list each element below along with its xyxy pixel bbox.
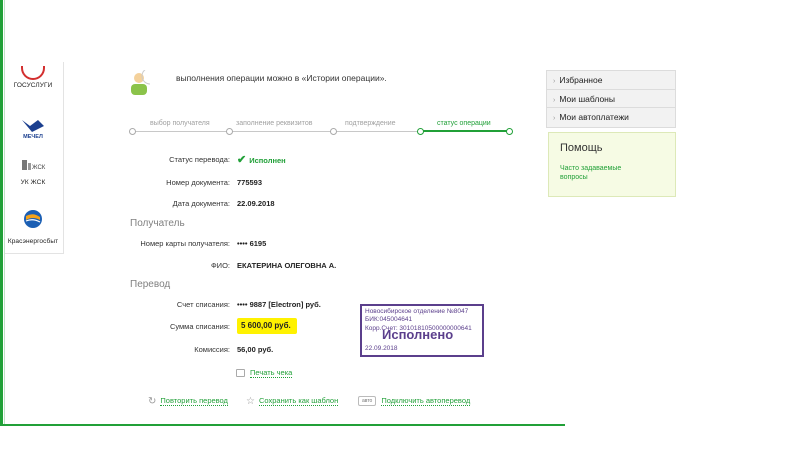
- stamp-date: 22.09.2018: [365, 344, 398, 352]
- repeat-transfer-label: Повторить перевод: [160, 396, 228, 407]
- repeat-transfer-button[interactable]: ↻ Повторить перевод: [148, 396, 228, 407]
- auto-badge-icon: авто: [358, 396, 377, 407]
- doc-number-value: 775593: [237, 178, 263, 187]
- star-icon: ☆: [246, 396, 255, 407]
- gosuslugi-logo-icon: [21, 66, 45, 80]
- doc-date-value: 22.09.2018: [237, 199, 275, 208]
- autopay-label: Подключить автоперевод: [381, 396, 471, 406]
- step-label-3: подтверждение: [345, 120, 396, 127]
- card-number-label: Номер карты получателя:: [140, 239, 230, 248]
- menu-item-favorites-label: Избранное: [559, 75, 603, 85]
- bottom-divider: [0, 424, 565, 426]
- step-dot-2: [226, 128, 233, 135]
- fee-value: 56,00 руб.: [237, 345, 274, 354]
- chevron-right-icon: ›: [553, 96, 556, 104]
- doc-date-label: Дата документа:: [172, 199, 230, 208]
- stamp-line-1: Новосибирское отделение №8047: [365, 308, 469, 315]
- zhk-logo-text: ЖСК: [32, 165, 46, 171]
- mechel-logo-icon: МЕЧЕЛ: [22, 120, 44, 140]
- account-label: Счет списания:: [176, 300, 230, 309]
- status-text: Исполнен: [249, 156, 286, 165]
- amount-label: Сумма списания:: [169, 322, 230, 331]
- refresh-icon: ↻: [148, 396, 157, 407]
- payment-section-title: Перевод: [130, 279, 171, 290]
- bank-stamp: Новосибирское отделение №8047 БИК:045004…: [360, 304, 484, 357]
- service-krasenergosbyt-label: Красэнергосбыт: [7, 238, 59, 245]
- stamp-line-2: БИК:045004641: [365, 316, 413, 324]
- autopay-button[interactable]: авто Подключить автоперевод: [358, 396, 471, 407]
- user-avatar-icon: [131, 70, 150, 95]
- service-mechel[interactable]: МЕЧЕЛ: [5, 118, 61, 145]
- services-panel: ГОСУСЛУГИ МЕЧЕЛ ЖСК УК ЖСК Красэнергосбы…: [5, 62, 64, 254]
- right-menu: › Избранное › Мои шаблоны › Мои автоплатежи: [546, 70, 676, 128]
- help-box: Помощь Часто задаваемые вопросы: [548, 132, 676, 197]
- service-gosuslugi[interactable]: ГОСУСЛУГИ: [5, 66, 61, 89]
- menu-item-autopayments-label: Мои автоплатежи: [559, 112, 629, 122]
- chevron-right-icon: ›: [553, 115, 556, 122]
- service-uk-zhsk[interactable]: ЖСК УК ЖСК: [5, 158, 61, 186]
- krasenergo-logo-icon: [24, 210, 42, 228]
- stamp-executed-text: Исполнено: [382, 327, 454, 342]
- intro-text: выполнения операции можно в «Истории опе…: [176, 73, 387, 83]
- steps-line-active: [420, 130, 510, 132]
- step-label-1: выбор получателя: [150, 120, 210, 127]
- step-label-4: статус операции: [437, 120, 491, 127]
- print-receipt-link[interactable]: Печать чека: [236, 368, 293, 378]
- menu-item-templates[interactable]: › Мои шаблоны: [547, 90, 675, 108]
- status-value: ✔ Исполнен: [237, 153, 286, 166]
- status-label: Статус перевода:: [169, 155, 230, 164]
- faq-link[interactable]: Часто задаваемые вопросы: [560, 165, 640, 182]
- step-dot-end: [506, 128, 513, 135]
- step-dot-4: [417, 128, 424, 135]
- fee-label: Комиссия:: [194, 345, 230, 354]
- progress-steps: выбор получателя заполнение реквизитов п…: [129, 120, 513, 138]
- amount-value: 5 600,00 руб.: [237, 318, 297, 334]
- check-icon: ✔: [237, 154, 247, 166]
- service-uk-zhsk-label: УК ЖСК: [20, 179, 46, 186]
- left-accent-strip: [0, 0, 3, 424]
- menu-item-autopayments[interactable]: › Мои автоплатежи: [547, 108, 675, 127]
- transfer-status-page: ГОСУСЛУГИ МЕЧЕЛ ЖСК УК ЖСК Красэнергосбы…: [0, 0, 800, 452]
- recipient-section-title: Получатель: [130, 218, 185, 229]
- step-dot-1: [129, 128, 136, 135]
- print-receipt-label: Печать чека: [250, 368, 293, 378]
- step-dot-3: [330, 128, 337, 135]
- fio-value: ЕКАТЕРИНА ОЛЕГОВНА А.: [237, 261, 337, 270]
- card-number-value: •••• 6195: [237, 239, 267, 248]
- service-krasenergosbyt[interactable]: Красэнергосбыт: [5, 207, 61, 245]
- account-value: •••• 9887 [Electron] руб.: [237, 300, 321, 309]
- menu-item-templates-label: Мои шаблоны: [559, 93, 615, 104]
- chevron-right-icon: ›: [553, 78, 556, 85]
- service-gosuslugi-label: ГОСУСЛУГИ: [13, 82, 53, 89]
- help-title: Помощь: [560, 142, 603, 154]
- menu-item-favorites[interactable]: › Избранное: [547, 71, 675, 90]
- doc-number-label: Номер документа:: [166, 178, 230, 187]
- printer-icon: [236, 369, 245, 378]
- save-template-label: Сохранить как шаблон: [258, 396, 339, 407]
- mechel-logo-text: МЕЧЕЛ: [23, 134, 43, 140]
- house-icon: ЖСК: [22, 160, 46, 171]
- fio-label: ФИО:: [210, 261, 230, 270]
- save-template-button[interactable]: ☆ Сохранить как шаблон: [246, 396, 339, 407]
- step-label-2: заполнение реквизитов: [236, 120, 313, 127]
